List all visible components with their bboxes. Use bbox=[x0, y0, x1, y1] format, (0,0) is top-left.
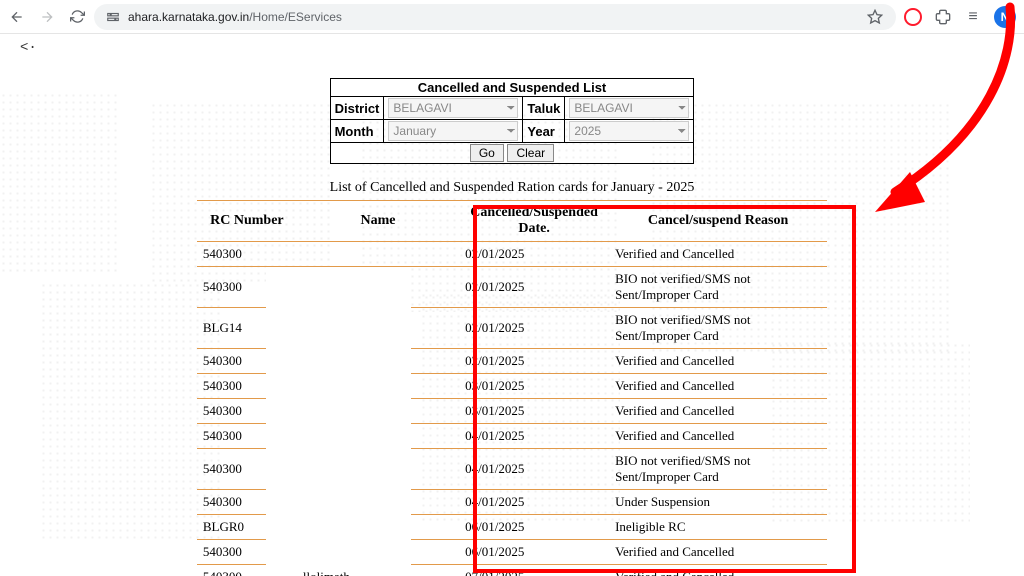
cell-name: ಕಂದಗಲ bbox=[297, 540, 459, 565]
cell-reason: Verified and Cancelled bbox=[609, 540, 827, 565]
table-row: 540300 04/01/2025Verified and Cancelled bbox=[197, 424, 827, 449]
cell-reason: Verified and Cancelled bbox=[609, 399, 827, 424]
profile-avatar[interactable]: N bbox=[994, 6, 1016, 28]
cell-reason: Verified and Cancelled bbox=[609, 349, 827, 374]
cell-name bbox=[297, 242, 459, 267]
cell-name bbox=[297, 424, 459, 449]
cell-reason: Verified and Cancelled bbox=[609, 565, 827, 576]
filter-title: Cancelled and Suspended List bbox=[330, 79, 694, 97]
cell-date: 04/01/2025 bbox=[459, 424, 609, 449]
cell-name bbox=[297, 308, 459, 349]
nav-buttons bbox=[8, 8, 86, 26]
cell-date: 02/01/2025 bbox=[459, 242, 609, 267]
cell-rc: 540300 bbox=[197, 242, 297, 267]
cell-date: 02/01/2025 bbox=[459, 267, 609, 308]
table-row: 540300Dhamneka02/01/2025BIO not verified… bbox=[197, 267, 827, 308]
cell-rc: 540300 bbox=[197, 540, 297, 565]
cell-date: 02/01/2025 bbox=[459, 349, 609, 374]
cell-rc: 540300 bbox=[197, 449, 297, 490]
url-text: ahara.karnataka.gov.in/Home/EServices bbox=[128, 10, 342, 24]
cell-name: Dhamneka bbox=[297, 267, 459, 308]
filter-table: Cancelled and Suspended List District BE… bbox=[330, 78, 695, 164]
cell-date: 06/01/2025 bbox=[459, 540, 609, 565]
browser-chrome: ahara.karnataka.gov.in/Home/EServices ≡ … bbox=[0, 0, 1024, 34]
year-select[interactable]: 2025 bbox=[569, 121, 689, 141]
go-button[interactable]: Go bbox=[470, 144, 504, 162]
month-label: Month bbox=[330, 120, 384, 143]
cell-date: 04/01/2025 bbox=[459, 449, 609, 490]
cell-name bbox=[297, 399, 459, 424]
cell-rc: 540300 bbox=[197, 399, 297, 424]
cell-reason: Verified and Cancelled bbox=[609, 424, 827, 449]
col-rc: RC Number bbox=[197, 201, 297, 242]
cell-name: llolimath bbox=[297, 565, 459, 576]
table-row: BLGR0ESAI06/01/2025Ineligible RC bbox=[197, 515, 827, 540]
cell-date: 03/01/2025 bbox=[459, 374, 609, 399]
list-heading: List of Cancelled and Suspended Ration c… bbox=[330, 180, 695, 196]
cell-name: r bbox=[297, 449, 459, 490]
menu-lines-icon[interactable]: ≡ bbox=[964, 8, 982, 26]
star-icon[interactable] bbox=[866, 8, 884, 26]
taluk-select[interactable]: BELAGAVI bbox=[569, 98, 689, 118]
back-button[interactable] bbox=[8, 8, 26, 26]
cell-reason: BIO not verified/SMS not Sent/Improper C… bbox=[609, 308, 827, 349]
address-bar[interactable]: ahara.karnataka.gov.in/Home/EServices bbox=[94, 4, 896, 30]
taluk-label: Taluk bbox=[523, 97, 565, 120]
forward-button[interactable] bbox=[38, 8, 56, 26]
site-settings-icon[interactable] bbox=[106, 10, 120, 24]
cell-date: 07/01/2025 bbox=[459, 565, 609, 576]
cell-date: 02/01/2025 bbox=[459, 308, 609, 349]
extensions-icon[interactable] bbox=[934, 8, 952, 26]
cell-date: 06/01/2025 bbox=[459, 515, 609, 540]
table-row: BLG14 02/01/2025BIO not verified/SMS not … bbox=[197, 308, 827, 349]
table-row: 540300atbannava02/01/2025Verified and Ca… bbox=[197, 349, 827, 374]
col-name: Name bbox=[297, 201, 459, 242]
cell-rc: 540300 bbox=[197, 374, 297, 399]
content-wrap: Cancelled and Suspended List District BE… bbox=[0, 62, 1024, 576]
col-reason: Cancel/suspend Reason bbox=[609, 201, 827, 242]
table-row: 540300r04/01/2025BIO not verified/SMS no… bbox=[197, 449, 827, 490]
cell-reason: Verified and Cancelled bbox=[609, 374, 827, 399]
cell-date: 03/01/2025 bbox=[459, 399, 609, 424]
table-row: 540300 04/01/2025Under Suspension bbox=[197, 490, 827, 515]
cell-rc: BLGR0 bbox=[197, 515, 297, 540]
cell-rc: 540300 bbox=[197, 267, 297, 308]
cell-rc: 540300 bbox=[197, 490, 297, 515]
cell-reason: Under Suspension bbox=[609, 490, 827, 515]
cell-rc: 540300 bbox=[197, 424, 297, 449]
cell-rc: 540300 bbox=[197, 349, 297, 374]
year-label: Year bbox=[523, 120, 565, 143]
cell-name: atbannava bbox=[297, 349, 459, 374]
page-logo-icon: <· bbox=[20, 40, 37, 56]
toolbar-right: ≡ N bbox=[904, 6, 1016, 28]
cell-reason: BIO not verified/SMS not Sent/Improper C… bbox=[609, 267, 827, 308]
table-row: 540300 03/01/2025Verified and Cancelled bbox=[197, 399, 827, 424]
table-row: 540300ಕಂದಗಲ06/01/2025Verified and Cancel… bbox=[197, 540, 827, 565]
cell-reason: BIO not verified/SMS not Sent/Improper C… bbox=[609, 449, 827, 490]
data-table: RC Number Name Cancelled/Suspended Date.… bbox=[197, 200, 827, 576]
table-row: 540300llolimath07/01/2025Verified and Ca… bbox=[197, 565, 827, 576]
month-select[interactable]: January bbox=[388, 121, 518, 141]
cell-reason: Ineligible RC bbox=[609, 515, 827, 540]
cell-reason: Verified and Cancelled bbox=[609, 242, 827, 267]
cell-name bbox=[297, 490, 459, 515]
district-select[interactable]: BELAGAVI bbox=[388, 98, 518, 118]
district-label: District bbox=[330, 97, 384, 120]
page-area: Cancelled and Suspended List District BE… bbox=[0, 62, 1024, 576]
table-row: 540300 02/01/2025Verified and Cancelled bbox=[197, 242, 827, 267]
reload-button[interactable] bbox=[68, 8, 86, 26]
clear-button[interactable]: Clear bbox=[507, 144, 554, 162]
cell-name: ESAI bbox=[297, 515, 459, 540]
col-date: Cancelled/Suspended Date. bbox=[459, 201, 609, 242]
secondary-bar: <· bbox=[0, 34, 1024, 62]
table-row: 540300med03/01/2025Verified and Cancelle… bbox=[197, 374, 827, 399]
cell-rc: BLG14 bbox=[197, 308, 297, 349]
cell-name: med bbox=[297, 374, 459, 399]
cell-rc: 540300 bbox=[197, 565, 297, 576]
cell-date: 04/01/2025 bbox=[459, 490, 609, 515]
opera-icon[interactable] bbox=[904, 8, 922, 26]
